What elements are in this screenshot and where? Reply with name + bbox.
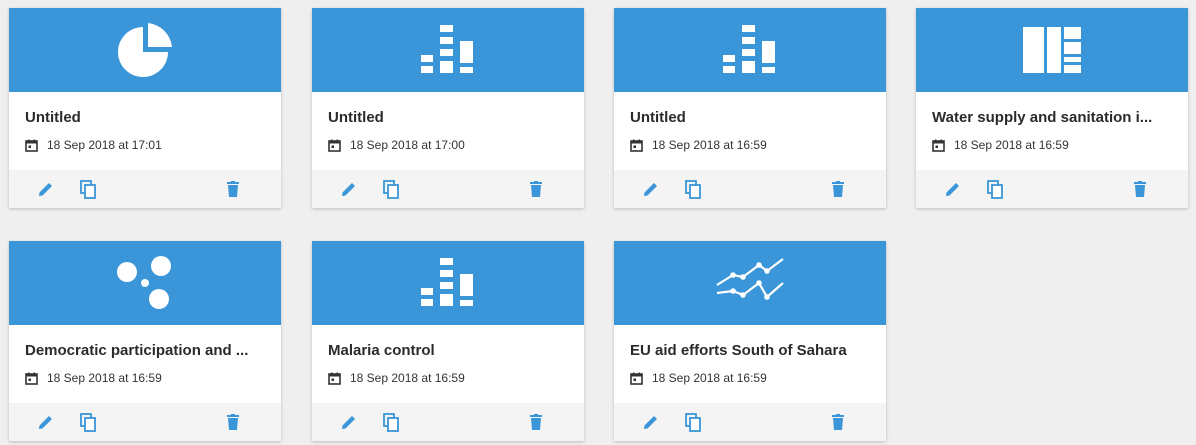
trash-icon [832, 414, 844, 430]
trash-icon [832, 181, 844, 197]
card-header[interactable] [916, 8, 1188, 92]
card-actions [9, 403, 281, 441]
edit-button[interactable] [338, 170, 360, 208]
card-header[interactable] [312, 8, 584, 92]
calendar-icon [25, 139, 38, 152]
card-header[interactable] [9, 8, 281, 92]
bar-chart-icon [421, 258, 473, 306]
edit-button[interactable] [35, 170, 57, 208]
delete-button[interactable] [528, 403, 544, 441]
copy-icon [987, 179, 1003, 199]
card-date-text: 18 Sep 2018 at 17:00 [350, 138, 465, 152]
pencil-icon [342, 416, 355, 429]
calendar-icon [25, 372, 38, 385]
card-date-text: 18 Sep 2018 at 17:01 [47, 138, 162, 152]
line-chart-icon [716, 258, 784, 300]
edit-button[interactable] [338, 403, 360, 441]
card-title[interactable]: Democratic participation and ... [25, 325, 265, 360]
bar-chart-icon [421, 25, 473, 73]
card-header[interactable] [312, 241, 584, 325]
card-title[interactable]: Water supply and sanitation i... [932, 92, 1172, 127]
card-actions [312, 403, 584, 441]
copy-icon [383, 179, 399, 199]
visualisation-card[interactable]: Malaria control 18 Sep 2018 at 16:59 [312, 241, 584, 441]
pencil-icon [644, 416, 657, 429]
card-date-text: 18 Sep 2018 at 16:59 [652, 371, 767, 385]
card-actions [614, 170, 886, 208]
card-actions [9, 170, 281, 208]
calendar-icon [630, 139, 643, 152]
visualisation-card[interactable]: Democratic participation and ... 18 Sep … [9, 241, 281, 441]
visualisation-card[interactable]: EU aid efforts South of Sahara 18 Sep 20… [614, 241, 886, 441]
copy-icon [685, 412, 701, 432]
copy-button[interactable] [77, 170, 99, 208]
edit-button[interactable] [640, 403, 662, 441]
card-actions [312, 170, 584, 208]
card-title[interactable]: Untitled [328, 92, 568, 127]
card-date: 18 Sep 2018 at 17:00 [328, 138, 568, 152]
card-date: 18 Sep 2018 at 16:59 [630, 371, 870, 385]
edit-button[interactable] [942, 170, 964, 208]
pie-chart-icon [118, 23, 172, 77]
delete-button[interactable] [1132, 170, 1148, 208]
card-date-text: 18 Sep 2018 at 16:59 [47, 371, 162, 385]
card-date-text: 18 Sep 2018 at 16:59 [652, 138, 767, 152]
copy-button[interactable] [380, 403, 402, 441]
copy-icon [80, 412, 96, 432]
delete-button[interactable] [830, 403, 846, 441]
trash-icon [227, 181, 239, 197]
card-header[interactable] [614, 8, 886, 92]
calendar-icon [328, 139, 341, 152]
delete-button[interactable] [225, 170, 241, 208]
copy-button[interactable] [682, 403, 704, 441]
card-title[interactable]: Malaria control [328, 325, 568, 360]
pencil-icon [342, 183, 355, 196]
trash-icon [1134, 181, 1146, 197]
card-actions [614, 403, 886, 441]
delete-button[interactable] [528, 170, 544, 208]
copy-button[interactable] [984, 170, 1006, 208]
edit-button[interactable] [640, 170, 662, 208]
delete-button[interactable] [830, 170, 846, 208]
calendar-icon [932, 139, 945, 152]
copy-icon [80, 179, 96, 199]
delete-button[interactable] [225, 403, 241, 441]
card-date: 18 Sep 2018 at 16:59 [25, 371, 265, 385]
visualisation-card[interactable]: Untitled 18 Sep 2018 at 17:00 [312, 8, 584, 208]
pencil-icon [39, 183, 52, 196]
edit-button[interactable] [35, 403, 57, 441]
card-date: 18 Sep 2018 at 16:59 [630, 138, 870, 152]
card-header[interactable] [9, 241, 281, 325]
card-header[interactable] [614, 241, 886, 325]
copy-button[interactable] [682, 170, 704, 208]
card-date: 18 Sep 2018 at 17:01 [25, 138, 265, 152]
card-date: 18 Sep 2018 at 16:59 [328, 371, 568, 385]
visualisation-card[interactable]: Untitled 18 Sep 2018 at 17:01 [9, 8, 281, 208]
pencil-icon [39, 416, 52, 429]
card-date-text: 18 Sep 2018 at 16:59 [954, 138, 1069, 152]
visualisation-card[interactable]: Untitled 18 Sep 2018 at 16:59 [614, 8, 886, 208]
card-title[interactable]: Untitled [630, 92, 870, 127]
treemap-icon [1023, 27, 1081, 73]
bar-chart-icon [723, 25, 775, 73]
card-actions [916, 170, 1188, 208]
trash-icon [530, 181, 542, 197]
card-date: 18 Sep 2018 at 16:59 [932, 138, 1172, 152]
calendar-icon [630, 372, 643, 385]
copy-icon [383, 412, 399, 432]
bubble-chart-icon [117, 256, 171, 309]
copy-icon [685, 179, 701, 199]
visualisation-card[interactable]: Water supply and sanitation i... 18 Sep … [916, 8, 1188, 208]
card-date-text: 18 Sep 2018 at 16:59 [350, 371, 465, 385]
card-title[interactable]: Untitled [25, 92, 265, 127]
calendar-icon [328, 372, 341, 385]
trash-icon [227, 414, 239, 430]
card-title[interactable]: EU aid efforts South of Sahara [630, 325, 870, 360]
pencil-icon [946, 183, 959, 196]
trash-icon [530, 414, 542, 430]
pencil-icon [644, 183, 657, 196]
copy-button[interactable] [380, 170, 402, 208]
copy-button[interactable] [77, 403, 99, 441]
